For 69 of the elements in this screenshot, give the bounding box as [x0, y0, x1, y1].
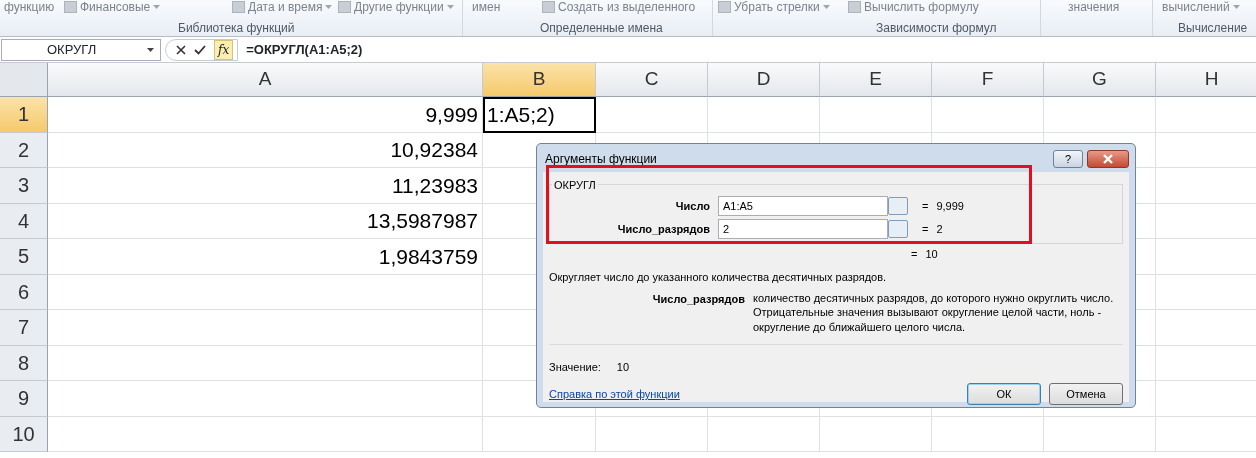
value-text: 10	[616, 359, 630, 375]
column-header[interactable]: C	[596, 63, 708, 97]
table-cell: 10,92384	[48, 132, 483, 168]
table-cell: 11,23983	[48, 168, 483, 204]
ribbon-command[interactable]: значения	[1068, 0, 1120, 16]
row-header[interactable]: 2	[0, 132, 48, 168]
column-header[interactable]: G	[1044, 63, 1156, 97]
row-header[interactable]: 8	[0, 345, 48, 381]
table-cell: 13,5987987	[48, 203, 483, 239]
equals-sign: =	[922, 221, 929, 237]
column-header[interactable]: B	[483, 63, 596, 97]
help-link[interactable]: Справка по этой функции	[549, 386, 680, 403]
ribbon-command[interactable]: Убрать стрелки	[718, 0, 830, 16]
name-box[interactable]: ОКРУГЛ	[1, 38, 161, 61]
ribbon-group-label: Вычисление	[1178, 20, 1248, 37]
row-header[interactable]: 9	[0, 381, 48, 417]
function-description: Округляет число до указанного количества десятичных разрядов.	[549, 269, 888, 285]
formula-text: =ОКРУГЛ(A1:A5;2)	[245, 40, 363, 59]
ribbon-command[interactable]: имен	[472, 0, 501, 16]
argument-label: Число	[674, 198, 710, 214]
argument-label: Число_разрядов	[616, 221, 710, 237]
column-header[interactable]: D	[708, 63, 820, 97]
argument-help-text: количество десятичных разрядов, до которого нужно округлить число. Отрицательные значения вызывают округление целой части, ноль - округление до ближайшего целого числа.	[753, 291, 1115, 334]
ribbon-group-label: Зависимости формул	[876, 20, 997, 37]
column-header[interactable]: H	[1156, 63, 1256, 97]
column-header[interactable]: E	[820, 63, 932, 97]
input-field[interactable]: 2	[718, 219, 888, 239]
caret-icon	[446, 5, 454, 9]
row-header[interactable]: 6	[0, 274, 48, 310]
row-header[interactable]: 5	[0, 239, 48, 275]
active-cell[interactable]: 1:A5;2)	[483, 97, 596, 133]
help-button[interactable]: ?	[1053, 150, 1083, 168]
column-header[interactable]: F	[932, 63, 1044, 97]
input-field[interactable]: A1:A5	[718, 196, 888, 216]
value-label: Значение:	[549, 359, 601, 375]
argument-result: 2	[936, 221, 943, 237]
ribbon-command[interactable]: Другие функции	[338, 0, 454, 16]
argument-result: 9,999	[936, 198, 964, 214]
window-title: Аргументы функции	[544, 151, 657, 168]
cancel-button[interactable]: Отмена	[1049, 383, 1123, 406]
ribbon-command[interactable]: вычислений	[1162, 0, 1240, 16]
caret-icon	[822, 5, 830, 9]
row-header[interactable]: 7	[0, 310, 48, 346]
column-header[interactable]: A	[48, 63, 483, 97]
caret-icon	[147, 47, 154, 52]
caret-icon	[1232, 5, 1240, 9]
ribbon-command[interactable]: функцию	[4, 0, 55, 16]
ribbon-command[interactable]: Создать из выделенного	[542, 0, 696, 16]
table-cell: 9,999	[48, 97, 483, 133]
caret-icon	[153, 5, 161, 9]
row-header[interactable]: 1	[0, 97, 48, 133]
ribbon-command[interactable]: Вычислить формулу	[848, 0, 979, 16]
close-button[interactable]	[1087, 150, 1129, 168]
close-icon	[1102, 154, 1114, 164]
ribbon-group-label: Определенные имена	[540, 20, 663, 37]
table-cell: 1,9843759	[48, 239, 483, 275]
ribbon-command[interactable]: Финансовые	[64, 0, 161, 16]
argument-label: Число_разрядов	[651, 292, 745, 307]
formula-result: 10	[925, 247, 938, 262]
caret-icon	[325, 5, 333, 9]
row-header[interactable]: 10	[0, 416, 48, 452]
row-header[interactable]: 3	[0, 168, 48, 204]
ribbon-command[interactable]: Дата и время	[232, 0, 333, 16]
equals-sign: =	[922, 198, 929, 214]
row-header[interactable]: 4	[0, 203, 48, 239]
ribbon-group-label: Библиотека функций	[178, 20, 295, 37]
ok-button[interactable]: ОК	[967, 383, 1041, 406]
insert-function-button[interactable]: fx	[214, 39, 234, 60]
equals-sign: =	[911, 247, 918, 262]
